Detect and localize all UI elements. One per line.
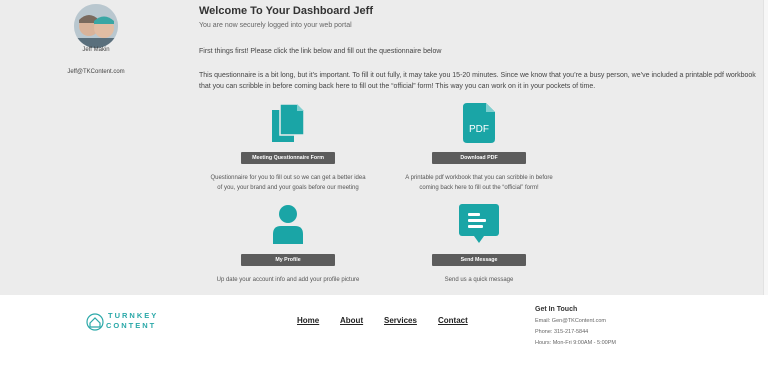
footer-nav-services[interactable]: Services — [384, 316, 417, 325]
contact-phone: Phone: 315-217-5844 — [535, 329, 589, 335]
intro-text: First things first! Please click the lin… — [199, 48, 442, 55]
avatar — [74, 4, 118, 48]
pdf-icon-label: PDF — [469, 124, 489, 135]
card-questionnaire — [196, 104, 380, 144]
questionnaire-desc-line1: Questionnaire for you to fill out so we … — [210, 175, 366, 181]
user-name: Jeff Makin — [82, 47, 110, 53]
download-pdf-button[interactable]: Download PDF — [432, 152, 526, 164]
questionnaire-desc-line2: of you, your brand and your goals before… — [217, 185, 359, 191]
card-pdf: PDF — [387, 102, 571, 144]
avatar-photo — [74, 4, 118, 48]
questionnaire-button[interactable]: Meeting Questionnaire Form — [241, 152, 335, 164]
message-desc: Send us a quick message — [444, 277, 514, 283]
logo-text-line1: TURNKEY — [108, 311, 159, 320]
card-message — [387, 203, 571, 245]
description-text: This questionnaire is a bit long, but it… — [199, 72, 756, 90]
page-title: Welcome To Your Dashboard Jeff — [199, 5, 373, 17]
send-message-button[interactable]: Send Message — [432, 254, 526, 266]
footer-nav-home[interactable]: Home — [297, 316, 319, 325]
my-profile-button[interactable]: My Profile — [241, 254, 335, 266]
contact-title: Get In Touch — [535, 306, 578, 313]
house-logo-icon — [86, 313, 104, 331]
pdf-icon: PDF — [463, 103, 495, 143]
pdf-desc-line2: coming back here to fill out the “offici… — [419, 185, 539, 191]
message-icon — [459, 204, 499, 243]
user-email: Jeff@TKContent.com — [67, 69, 125, 75]
footer-nav-contact[interactable]: Contact — [438, 316, 468, 325]
documents-icon — [272, 104, 305, 142]
contact-email: Email: Gen@TKContent.com — [535, 318, 606, 324]
dashboard-main — [0, 0, 768, 295]
page-subtitle: You are now securely logged into your we… — [199, 22, 352, 29]
user-icon — [273, 205, 303, 244]
footer-nav-about[interactable]: About — [340, 316, 363, 325]
footer-logo[interactable]: TURNKEY CONTENT — [86, 308, 176, 334]
logo-text-line2: CONTENT — [106, 321, 157, 330]
profile-desc: Up date your account info and add your p… — [216, 277, 360, 283]
contact-hours: Hours: Mon-Fri 9:00AM - 5:00PM — [535, 340, 616, 346]
pdf-desc-line1: A printable pdf workbook that you can sc… — [405, 175, 553, 181]
card-profile — [196, 204, 380, 244]
